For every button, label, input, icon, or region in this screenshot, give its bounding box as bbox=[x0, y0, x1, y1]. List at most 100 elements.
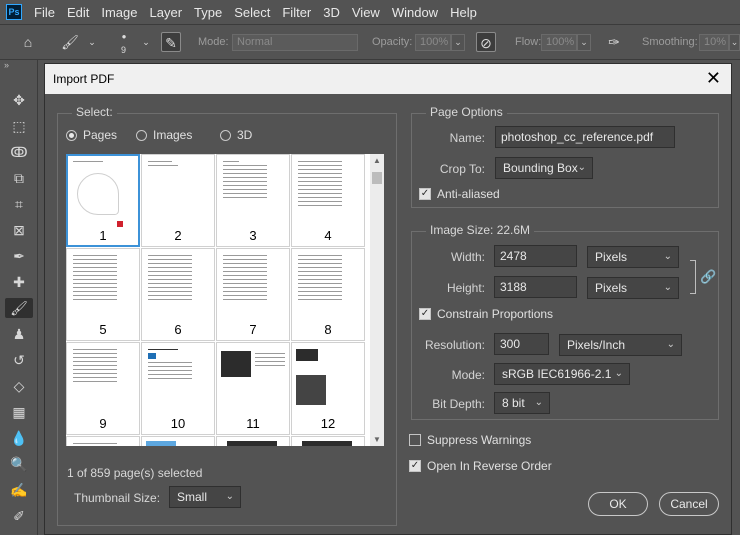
marquee-icon[interactable]: ⬚ bbox=[9, 116, 29, 136]
radio-images-circle[interactable] bbox=[136, 129, 147, 141]
menu-filter[interactable]: Filter bbox=[276, 5, 317, 20]
chevron-down-icon[interactable]: ⌄ bbox=[82, 32, 102, 52]
menu-select[interactable]: Select bbox=[228, 5, 276, 20]
page-thumbnail[interactable]: 4 bbox=[291, 154, 365, 247]
check-icon[interactable]: ✓ bbox=[419, 308, 431, 320]
ok-button[interactable]: OK bbox=[588, 492, 648, 516]
page-image bbox=[296, 349, 318, 361]
quick-select-icon[interactable]: ⧉ bbox=[9, 168, 29, 188]
crop-to-select[interactable]: Bounding Box ⌄ bbox=[495, 157, 593, 179]
healing-icon[interactable]: ✚ bbox=[9, 272, 29, 292]
brush-dot-icon[interactable]: ● bbox=[114, 27, 134, 47]
anti-aliased-checkbox[interactable]: ✓ Anti-aliased bbox=[419, 187, 500, 201]
height-input[interactable]: 3188 bbox=[494, 276, 577, 298]
scroll-up-icon[interactable]: ▲ bbox=[370, 156, 384, 165]
pen-icon[interactable]: ✍ bbox=[9, 480, 29, 500]
blur-icon[interactable]: 💧 bbox=[9, 428, 29, 448]
reverse-order-checkbox[interactable]: ✓ Open In Reverse Order bbox=[409, 459, 552, 473]
radio-images[interactable]: Images bbox=[136, 128, 192, 142]
page-thumbnail[interactable]: 7 bbox=[216, 248, 290, 341]
menu-window[interactable]: Window bbox=[386, 5, 444, 20]
chevron-down-icon[interactable]: ⌄ bbox=[451, 34, 465, 51]
eraser-icon[interactable]: ◇ bbox=[9, 376, 29, 396]
eyedropper-icon[interactable]: ✒ bbox=[9, 246, 29, 266]
name-input[interactable]: photoshop_cc_reference.pdf bbox=[495, 126, 675, 148]
page-thumbnail[interactable]: 3 bbox=[216, 154, 290, 247]
radio-3d-circle[interactable] bbox=[220, 129, 231, 141]
menu-view[interactable]: View bbox=[346, 5, 386, 20]
thumbnail-size-select[interactable]: Small ⌄ bbox=[169, 486, 241, 508]
width-input[interactable]: 2478 bbox=[494, 245, 577, 267]
radio-3d[interactable]: 3D bbox=[220, 128, 252, 142]
stamp-icon[interactable]: ♟ bbox=[9, 324, 29, 344]
page-thumbnail[interactable]: 1 bbox=[66, 154, 140, 247]
smoothing-input[interactable]: 10% bbox=[699, 34, 729, 51]
menu-edit[interactable]: Edit bbox=[61, 5, 95, 20]
scroll-down-icon[interactable]: ▼ bbox=[370, 435, 384, 444]
mode-select[interactable]: sRGB IEC61966-2.1 ⌄ bbox=[494, 363, 630, 385]
chevron-down-icon[interactable]: ⌄ bbox=[729, 34, 740, 51]
opacity-input[interactable]: 100% bbox=[415, 34, 451, 51]
brush-panel-icon[interactable]: ✎ bbox=[161, 32, 181, 52]
page-thumbnail[interactable]: 2 bbox=[141, 154, 215, 247]
crop-icon[interactable]: ⌗ bbox=[9, 194, 29, 214]
check-icon[interactable]: ✓ bbox=[419, 188, 431, 200]
pen-alt-icon[interactable]: ✐ bbox=[9, 506, 29, 526]
dodge-icon[interactable]: 🔍 bbox=[9, 454, 29, 474]
page-thumbnail[interactable]: 12 bbox=[291, 342, 365, 435]
bit-depth-value: 8 bit bbox=[502, 396, 525, 410]
frame-icon[interactable]: ⊠ bbox=[9, 220, 29, 240]
page-thumbnail[interactable]: 11 bbox=[216, 342, 290, 435]
lasso-icon[interactable]: ↂ bbox=[9, 142, 29, 162]
menu-layer[interactable]: Layer bbox=[144, 5, 189, 20]
menu-image[interactable]: Image bbox=[95, 5, 143, 20]
gradient-icon[interactable]: ▦ bbox=[9, 402, 29, 422]
check-icon[interactable]: ✓ bbox=[409, 460, 421, 472]
menu-help[interactable]: Help bbox=[444, 5, 483, 20]
cancel-button[interactable]: Cancel bbox=[659, 492, 719, 516]
page-thumbnail[interactable] bbox=[291, 436, 365, 446]
chevron-down-icon: ⌄ bbox=[663, 282, 672, 293]
brush-preset-icon[interactable]: 🖌 bbox=[60, 32, 80, 52]
flow-input[interactable]: 100% bbox=[541, 34, 577, 51]
history-brush-icon[interactable]: ↺ bbox=[9, 350, 29, 370]
home-icon[interactable]: ⌂ bbox=[18, 32, 38, 52]
move-icon[interactable]: ✥ bbox=[9, 90, 29, 110]
resolution-input[interactable]: 300 bbox=[494, 333, 549, 355]
scroll-thumb[interactable] bbox=[372, 172, 382, 184]
chevron-down-icon[interactable]: ⌄ bbox=[136, 32, 156, 52]
thumbnail-scrollbar[interactable]: ▲ ▼ bbox=[370, 154, 384, 446]
page-thumbnail[interactable] bbox=[141, 436, 215, 446]
page-thumbnail[interactable] bbox=[216, 436, 290, 446]
page-thumbnail[interactable]: 5 bbox=[66, 248, 140, 341]
bit-depth-select[interactable]: 8 bit ⌄ bbox=[494, 392, 550, 414]
page-thumbnail[interactable]: 8 bbox=[291, 248, 365, 341]
brush-icon[interactable]: 🖌 bbox=[5, 298, 33, 318]
page-number: 6 bbox=[174, 322, 182, 337]
collapse-icon[interactable]: » bbox=[4, 60, 9, 70]
mode-select[interactable]: Normal bbox=[232, 34, 358, 51]
airbrush-icon[interactable]: ✑ bbox=[604, 32, 624, 52]
checkbox-box[interactable] bbox=[409, 434, 421, 446]
menu-3d[interactable]: 3D bbox=[317, 5, 346, 20]
page-thumbnail[interactable] bbox=[66, 436, 140, 446]
tools-panel: » ✥ ⬚ ↂ ⧉ ⌗ ⊠ ✒ ✚ 🖌 ♟ ↺ ◇ ▦ 💧 🔍 ✍ ✐ bbox=[0, 60, 38, 535]
pressure-opacity-icon[interactable]: ⊘ bbox=[476, 32, 496, 52]
chevron-down-icon[interactable]: ⌄ bbox=[577, 34, 591, 51]
width-unit-select[interactable]: Pixels ⌄ bbox=[587, 246, 679, 268]
close-icon[interactable]: ✕ bbox=[706, 68, 721, 89]
adobe-logo-icon bbox=[117, 221, 123, 227]
page-thumbnail[interactable]: 9 bbox=[66, 342, 140, 435]
page-thumbnail[interactable]: 6 bbox=[141, 248, 215, 341]
menu-type[interactable]: Type bbox=[188, 5, 228, 20]
thumbnail-grid[interactable]: 1 2 3 4 5 6 7 8 9 10 11 12 bbox=[66, 154, 370, 446]
page-thumbnail[interactable]: 10 bbox=[141, 342, 215, 435]
radio-pages-circle[interactable] bbox=[66, 129, 77, 141]
resolution-unit-select[interactable]: Pixels/Inch ⌄ bbox=[559, 334, 682, 356]
link-icon[interactable]: 🔗 bbox=[700, 269, 716, 285]
suppress-warnings-checkbox[interactable]: Suppress Warnings bbox=[409, 433, 531, 447]
menu-file[interactable]: File bbox=[28, 5, 61, 20]
constrain-proportions-checkbox[interactable]: ✓ Constrain Proportions bbox=[419, 307, 553, 321]
radio-pages[interactable]: Pages bbox=[66, 128, 117, 142]
height-unit-select[interactable]: Pixels ⌄ bbox=[587, 277, 679, 299]
